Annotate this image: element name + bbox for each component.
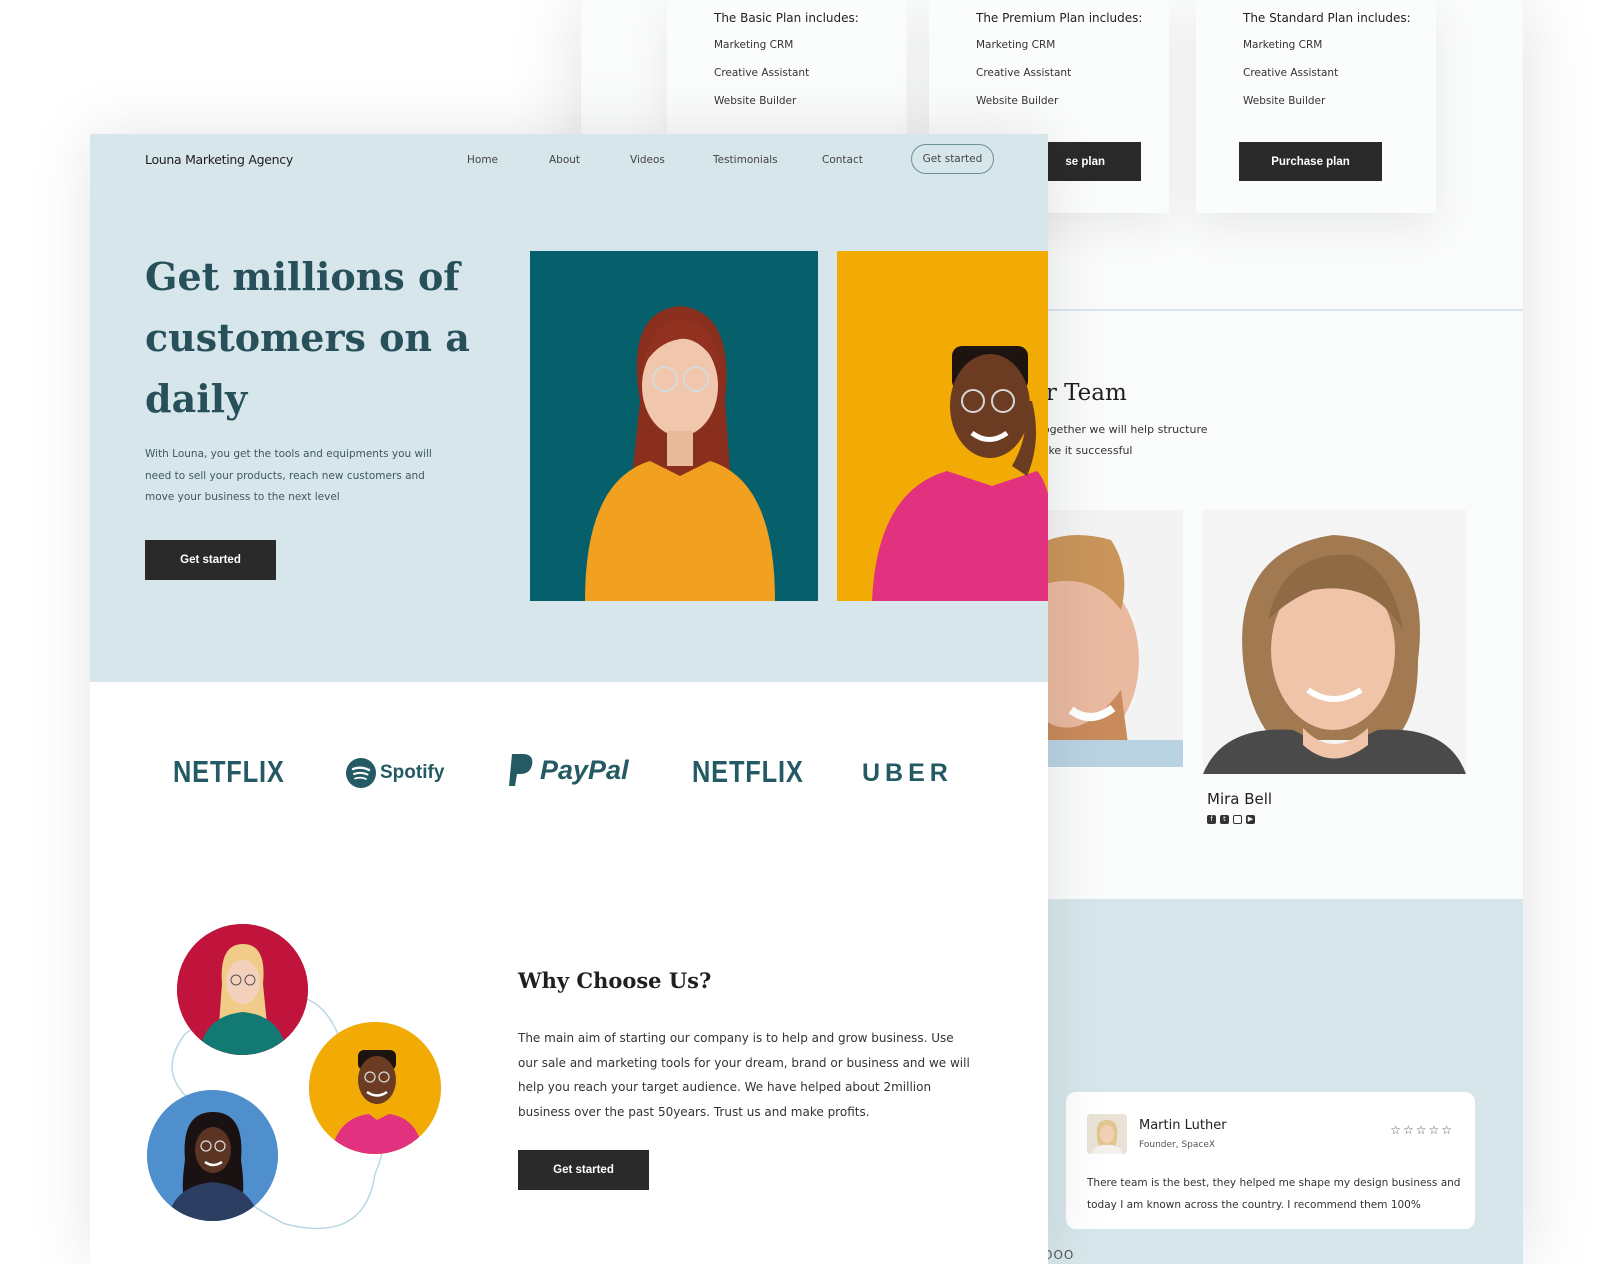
plan-feature: Creative Assistant <box>1243 67 1339 79</box>
client-logos: NETFLIX Spotify PayPal NETFLIX UBER <box>90 752 1048 802</box>
youtube-icon[interactable]: ▶ <box>1246 815 1255 824</box>
plan-feature: Marketing CRM <box>1243 39 1323 51</box>
pricing-card-basic: The Basic Plan includes: Marketing CRM C… <box>667 0 907 135</box>
pricing-card-standard: The Standard Plan includes: Marketing CR… <box>1196 0 1436 213</box>
instagram-icon[interactable] <box>1233 815 1242 824</box>
nav-link-testimonials[interactable]: Testimonials <box>713 154 778 166</box>
plan-feature: Website Builder <box>714 95 797 107</box>
hero-section: Louna Marketing Agency Home About Videos… <box>90 134 1048 682</box>
team-description: . Together we will help structure <box>1031 423 1208 436</box>
why-choose-us-title: Why Choose Us? <box>518 968 712 993</box>
nav-link-contact[interactable]: Contact <box>822 154 863 166</box>
page-canvas: The Basic Plan includes: Marketing CRM C… <box>0 0 1616 1264</box>
paypal-icon <box>509 754 533 786</box>
hero-headline: Get millions of customers on a daily <box>145 254 470 421</box>
paypal-wordmark: PayPal <box>540 754 629 785</box>
nav-link-videos[interactable]: Videos <box>630 154 665 166</box>
spotify-wordmark: Spotify <box>380 762 445 783</box>
reviewer-name: Martin Luther <box>1139 1118 1227 1133</box>
plan-title: The Premium Plan includes: <box>976 11 1143 25</box>
avatar <box>1087 1114 1127 1154</box>
team-section-title: ur Team <box>1031 380 1127 406</box>
plan-feature: Marketing CRM <box>976 39 1056 51</box>
team-member-name: Mira Bell <box>1207 790 1273 808</box>
section-divider <box>1045 309 1523 311</box>
twitter-icon[interactable]: t <box>1220 815 1229 824</box>
people-circles <box>145 924 445 1244</box>
testimonial-text: There team is the best, they helped me s… <box>1087 1177 1461 1211</box>
plan-title: The Basic Plan includes: <box>714 11 859 25</box>
spotify-icon <box>346 758 376 788</box>
brand-logo[interactable]: Louna Marketing Agency <box>145 152 293 167</box>
netflix-logo: NETFLIX <box>692 754 804 789</box>
paypal-logo-group: PayPal <box>508 752 629 788</box>
team-circle-blue <box>147 1090 278 1221</box>
netflix-logo: NETFLIX <box>173 754 285 789</box>
uber-logo: UBER <box>862 759 953 787</box>
team-circle-red <box>177 924 308 1055</box>
spotify-logo-group: Spotify <box>346 758 444 788</box>
star-rating: ☆☆☆☆☆ <box>1390 1123 1454 1137</box>
hero-get-started-button[interactable]: Get started <box>145 540 276 580</box>
hero-photo-man <box>837 251 1048 601</box>
plan-feature: Creative Assistant <box>714 67 810 79</box>
why-get-started-button[interactable]: Get started <box>518 1150 649 1190</box>
nav-link-home[interactable]: Home <box>467 154 498 166</box>
hero-subtext: With Louna, you get the tools and equipm… <box>145 448 432 503</box>
why-choose-us-text: The main aim of starting our company is … <box>518 1031 970 1119</box>
nav-link-about[interactable]: About <box>549 154 580 166</box>
reviewer-role: Founder, SpaceX <box>1139 1140 1216 1150</box>
team-circle-yellow <box>309 1022 441 1154</box>
plan-title: The Standard Plan includes: <box>1243 11 1411 25</box>
testimonial-card: Martin Luther Founder, SpaceX ☆☆☆☆☆ Ther… <box>1066 1092 1475 1229</box>
landing-page: Louna Marketing Agency Home About Videos… <box>90 134 1048 1264</box>
team-member-photo <box>1203 510 1466 774</box>
plan-feature: Creative Assistant <box>976 67 1072 79</box>
plan-feature: Website Builder <box>1243 95 1326 107</box>
plan-feature: Marketing CRM <box>714 39 794 51</box>
hero-photo-woman <box>530 251 818 601</box>
header-get-started-button[interactable]: Get started <box>911 144 994 174</box>
purchase-plan-button[interactable]: Purchase plan <box>1239 142 1382 181</box>
social-links: f t ▶ <box>1207 815 1255 824</box>
facebook-icon[interactable]: f <box>1207 815 1216 824</box>
plan-feature: Website Builder <box>976 95 1059 107</box>
